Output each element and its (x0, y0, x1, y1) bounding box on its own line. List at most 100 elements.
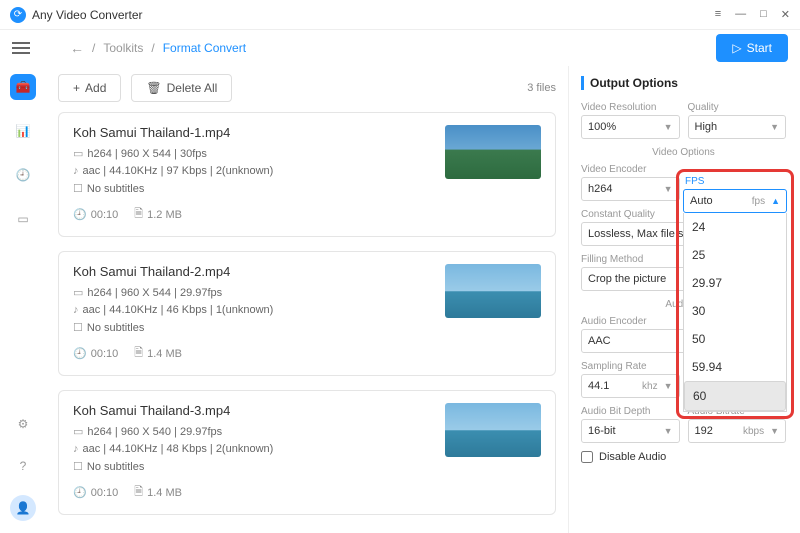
delete-all-button[interactable]: 🗑 Delete All (131, 74, 232, 102)
file-card[interactable]: Koh Samui Thailand-3.mp4 ▭h264 | 960 X 5… (58, 390, 556, 515)
encoder-select[interactable]: h264▼ (581, 177, 680, 201)
subtitle-icon: ☐ (73, 321, 83, 334)
duration: 00:10 (91, 348, 119, 360)
header: ← / Toolkits / Format Convert ▷ Start (0, 30, 800, 66)
file-icon: 🗎 (134, 483, 143, 502)
start-button[interactable]: ▷ Start (716, 34, 788, 62)
maximize-icon[interactable]: □ (760, 8, 767, 21)
audio-icon: ♪ (73, 304, 79, 316)
sampling-rate-label: Sampling Rate (581, 361, 680, 372)
fps-option[interactable]: 59.94 (684, 353, 786, 381)
menu-icon[interactable]: ≡ (715, 8, 721, 21)
chevron-down-icon: ▼ (770, 122, 779, 132)
bitrate-select[interactable]: 192kbps▼ (688, 419, 787, 443)
file-name: Koh Samui Thailand-1.mp4 (73, 125, 273, 140)
bit-depth-select: 16-bit▼ (581, 419, 680, 443)
video-icon: ▭ (73, 425, 83, 438)
fps-select[interactable]: Auto fps ▲ (683, 189, 787, 213)
chevron-down-icon: ▼ (770, 426, 779, 436)
disable-audio-label: Disable Audio (599, 451, 666, 463)
video-icon: ▭ (73, 286, 83, 299)
clock-icon: 🕘 (73, 208, 87, 221)
breadcrumb-current: Format Convert (163, 41, 246, 55)
close-icon[interactable]: ✕ (781, 8, 790, 21)
file-icon: 🗎 (134, 344, 143, 363)
help-icon[interactable]: ? (10, 453, 36, 479)
breadcrumb-sep: / (151, 41, 154, 55)
sidebar-toolbox-icon[interactable]: 🧰 (10, 74, 36, 100)
file-card[interactable]: Koh Samui Thailand-1.mp4 ▭ h264 | 960 X 5… (58, 112, 556, 237)
settings-icon[interactable]: ⚙ (10, 411, 36, 437)
disable-audio-checkbox[interactable]: Disable Audio (581, 451, 786, 463)
duration: 00:10 (91, 209, 119, 221)
minimize-icon[interactable]: — (735, 8, 746, 21)
trash-icon: 🗑 (146, 81, 161, 95)
sidebar: 🧰 📊 🕘 ▭ ⚙ ? 👤 (0, 66, 46, 533)
file-count: 3 files (527, 82, 556, 94)
video-meta: h264 | 960 X 544 | 30fps (87, 148, 206, 160)
quality-label: Quality (688, 102, 787, 113)
audio-icon: ♪ (73, 165, 79, 177)
fps-option[interactable]: 29.97 (684, 269, 786, 297)
subtitle-meta: No subtitles (87, 183, 144, 195)
chevron-down-icon: ▼ (664, 381, 673, 391)
app-logo-icon: ⟳ (10, 7, 26, 23)
subtitle-icon: ☐ (73, 182, 83, 195)
quality-select[interactable]: High▼ (688, 115, 787, 139)
thumbnail (445, 403, 541, 457)
fps-option[interactable]: 25 (684, 241, 786, 269)
duration: 00:10 (91, 487, 119, 499)
delete-all-label: Delete All (167, 81, 218, 95)
breadcrumb-toolkits[interactable]: Toolkits (103, 41, 143, 55)
clock-icon: 🕘 (73, 347, 87, 360)
audio-meta: aac | 44.10KHz | 46 Kbps | 1(unknown) (83, 304, 274, 316)
fps-option[interactable]: 24 (684, 213, 786, 241)
sampling-rate-select[interactable]: 44.1khz▼ (581, 374, 680, 398)
subtitle-icon: ☐ (73, 460, 83, 473)
avatar[interactable]: 👤 (10, 495, 36, 521)
subtitle-meta: No subtitles (87, 322, 144, 334)
fps-option[interactable]: 50 (684, 325, 786, 353)
titlebar: ⟳ Any Video Converter ≡ — □ ✕ (0, 0, 800, 30)
plus-icon: + (73, 81, 80, 95)
filesize: 1.4 MB (147, 348, 182, 360)
file-card[interactable]: Koh Samui Thailand-2.mp4 ▭h264 | 960 X 5… (58, 251, 556, 376)
fps-option[interactable]: 30 (684, 297, 786, 325)
video-icon: ▭ (73, 147, 83, 160)
fps-label: FPS (683, 176, 787, 187)
sidebar-history-icon[interactable]: 🕘 (10, 162, 36, 188)
resolution-label: Video Resolution (581, 102, 680, 113)
app-title: Any Video Converter (32, 8, 143, 22)
disable-audio-input[interactable] (581, 451, 593, 463)
video-meta: h264 | 960 X 544 | 29.97fps (87, 287, 222, 299)
clock-icon: 🕘 (73, 486, 87, 499)
resolution-select[interactable]: 100%▼ (581, 115, 680, 139)
back-icon[interactable]: ← (70, 40, 84, 56)
filesize: 1.4 MB (147, 487, 182, 499)
output-options-panel: Output Options Video Resolution 100%▼ Qu… (568, 66, 800, 533)
audio-icon: ♪ (73, 443, 79, 455)
add-button[interactable]: +Add (58, 74, 121, 102)
fps-highlight-box: FPS Auto fps ▲ 24 25 29.97 30 50 59.94 6… (676, 169, 794, 419)
bit-depth-label: Audio Bit Depth (581, 406, 680, 417)
chevron-down-icon: ▼ (664, 184, 673, 194)
subtitle-meta: No subtitles (87, 461, 144, 473)
chevron-up-icon: ▲ (771, 196, 780, 206)
breadcrumb-sep: / (92, 41, 95, 55)
fps-option[interactable]: 60 (684, 381, 786, 411)
chevron-down-icon: ▼ (664, 426, 673, 436)
sidebar-stats-icon[interactable]: 📊 (10, 118, 36, 144)
breadcrumb: ← / Toolkits / Format Convert (70, 40, 246, 56)
output-title: Output Options (581, 76, 786, 90)
video-meta: h264 | 960 X 540 | 29.97fps (87, 426, 222, 438)
audio-meta: aac | 44.10KHz | 97 Kbps | 2(unknown) (83, 165, 274, 177)
filesize: 1.2 MB (147, 209, 182, 221)
sidebar-task-icon[interactable]: ▭ (10, 206, 36, 232)
fps-dropdown[interactable]: 24 25 29.97 30 50 59.94 60 (683, 213, 787, 412)
hamburger-icon[interactable] (12, 42, 30, 54)
video-section-label: Video Options (581, 147, 786, 158)
file-list: +Add 🗑 Delete All 3 files Koh Samui Thail… (46, 66, 568, 533)
thumbnail (445, 264, 541, 318)
encoder-label: Video Encoder (581, 164, 680, 175)
file-icon: 🗎 (134, 205, 143, 224)
